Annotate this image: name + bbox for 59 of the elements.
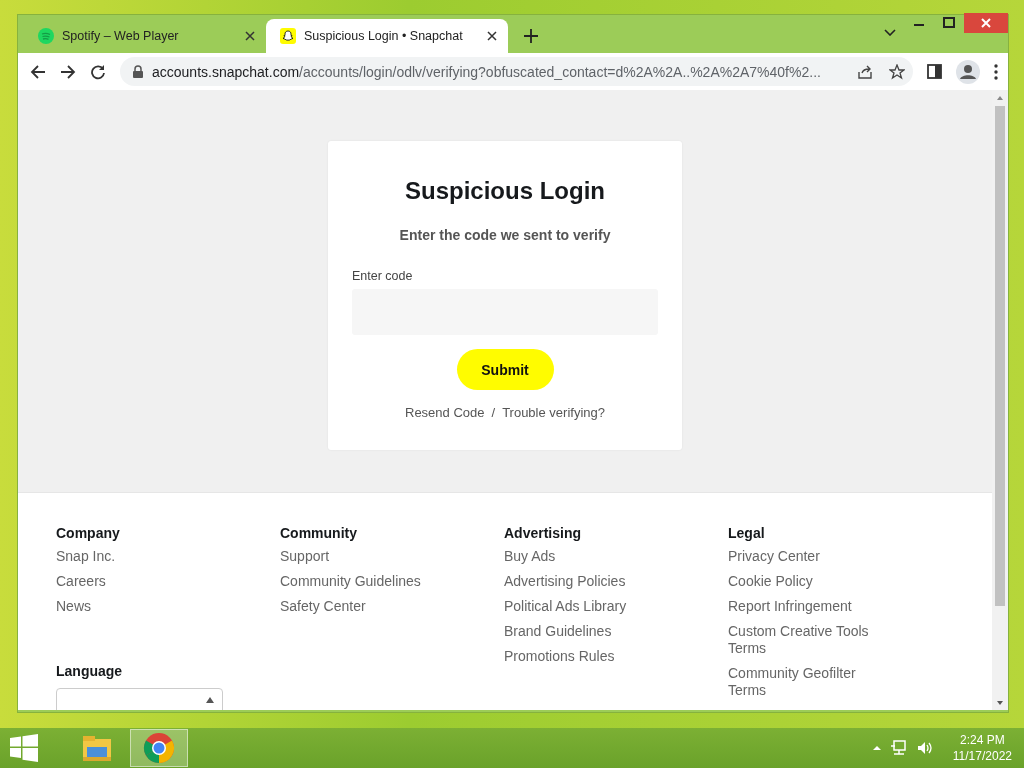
ghost-logo-icon [280,28,296,44]
footer-link[interactable]: Promotions Rules [504,648,664,665]
scrollbar-thumb[interactable] [995,106,1005,606]
scroll-down-icon[interactable] [996,700,1004,706]
address-bar[interactable]: accounts.snapchat.com/accounts/login/odlv/verifying?obfuscated_contact=d%2A%2A..%2A%2A7%40f%2... [120,57,913,86]
card-subtitle: Enter the code we sent to verify [399,227,611,243]
footer-heading: Advertising [504,525,582,541]
speaker-icon[interactable] [916,740,933,756]
footer-heading: Language [56,663,124,679]
new-tab-icon[interactable] [524,29,538,43]
field-label: Enter code [352,269,413,283]
lock-icon [132,65,144,78]
clock-date: 11/17/2022 [952,748,1012,764]
footer-link[interactable]: Custom Creative Tools Terms [728,623,888,657]
submit-button[interactable]: Submit [456,349,554,390]
resend-code-link[interactable]: Resend Code [405,405,485,420]
browser-tab[interactable]: Spotify – Web Player [24,19,266,53]
footer-link[interactable]: Community Geofilter Terms [728,665,888,699]
footer-link[interactable]: Support [280,548,440,565]
footer-link[interactable]: Privacy Center [728,548,888,565]
footer-link[interactable]: Political Ads Library [504,598,664,615]
footer-link[interactable]: Community Guidelines [280,573,440,590]
scroll-up-icon[interactable] [996,95,1004,101]
footer-link[interactable]: Buy Ads [504,548,664,565]
menu-icon[interactable] [994,63,998,80]
trouble-verifying-link[interactable]: Trouble verifying? [502,405,605,420]
footer-link[interactable]: Brand Guidelines [504,623,664,640]
browser-logo-icon[interactable] [143,732,175,764]
windows-start-icon[interactable] [10,734,38,762]
share-icon[interactable] [857,63,873,80]
footer-link[interactable]: Cookie Policy [728,573,888,590]
footer-link[interactable]: News [56,598,216,615]
star-icon[interactable] [889,63,905,80]
footer-heading: Company [56,525,121,541]
forward-arrow-icon[interactable] [60,63,76,80]
scrollbar[interactable] [992,90,1008,710]
footer-link[interactable]: Snap Inc. [56,548,216,565]
reload-icon[interactable] [90,63,106,80]
side-panel-icon[interactable] [927,64,942,79]
close-icon[interactable] [486,30,498,42]
footer-link[interactable]: Report Infringement [728,598,888,615]
footer-link[interactable]: Advertising Policies [504,573,664,590]
browser-tab[interactable]: Suspicious Login • Snapchat [266,19,508,53]
clock-time: 2:24 PM [960,732,1005,748]
network-icon[interactable] [890,740,907,756]
up-arrow-icon[interactable] [872,745,881,751]
music-logo-icon [38,28,54,44]
profile-avatar-icon[interactable] [956,59,980,84]
footer-heading: Community [280,525,358,541]
separator: / [491,405,496,420]
back-arrow-icon[interactable] [30,63,46,80]
caret-icon [206,697,214,703]
close-icon[interactable] [244,30,256,42]
taskbar-app[interactable] [130,729,188,767]
footer-heading: Legal [728,525,766,541]
footer-link[interactable]: Safety Center [280,598,440,615]
card-title: Suspicious Login [405,177,605,205]
caret-icon[interactable] [884,29,896,36]
footer-link[interactable]: Careers [56,573,216,590]
